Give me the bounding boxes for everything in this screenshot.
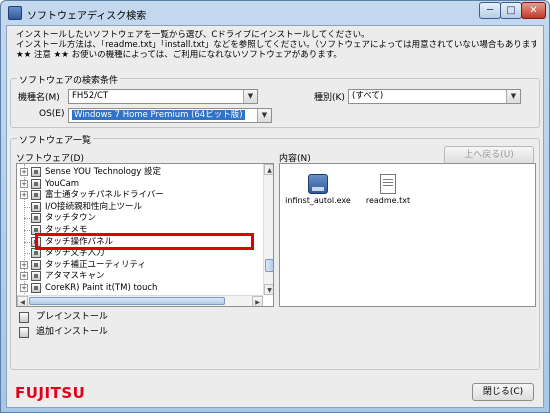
title-bar[interactable]: ソフトウェアディスク検索 ─ □ ✕ bbox=[1, 1, 549, 25]
expand-plus-icon[interactable]: + bbox=[20, 168, 28, 176]
contents-pane[interactable]: infinst_autol.exe readme.txt bbox=[279, 163, 536, 307]
software-list-label: ソフトウェア一覧 bbox=[17, 133, 94, 146]
instructions: インストールしたいソフトウェアを一覧から選び、Cドライブにインストールしてくださ… bbox=[16, 30, 536, 60]
tree-connector bbox=[24, 241, 30, 243]
software-package-icon bbox=[31, 213, 41, 224]
instruction-line-3: ★★ 注意 ★★ お使いの機種によっては、ご利用になれないソフトウェアがあります… bbox=[16, 50, 342, 60]
os-select[interactable]: Windows 7 Home Premium (64ビット版) ▼ bbox=[68, 108, 272, 123]
software-package-icon bbox=[31, 283, 41, 293]
type-label: 種別(K) bbox=[314, 93, 345, 103]
tree-item[interactable]: + 富士通タッチパネルドライバー bbox=[17, 189, 263, 201]
model-label: 機種名(M) bbox=[18, 93, 60, 103]
tree-item-label: タッチ補正ユーティリティ bbox=[45, 259, 146, 270]
tree-item[interactable]: タッチタウン bbox=[17, 212, 263, 224]
expand-plus-icon[interactable]: + bbox=[20, 179, 28, 188]
chevron-down-icon[interactable]: ▼ bbox=[506, 90, 520, 103]
tree-item[interactable]: + YouCam bbox=[17, 178, 263, 190]
scroll-up-icon[interactable]: ▲ bbox=[264, 164, 273, 175]
expand-plus-icon[interactable]: + bbox=[20, 284, 28, 292]
chevron-down-icon[interactable]: ▼ bbox=[257, 109, 271, 122]
model-select[interactable]: FH52/CT ▼ bbox=[68, 89, 258, 104]
type-value: (すべて) bbox=[352, 91, 384, 101]
file-item[interactable]: infinst_autol.exe bbox=[283, 174, 353, 205]
preinstall-label: プレインストール bbox=[36, 312, 108, 322]
tree-item-label: YouCam bbox=[45, 178, 80, 189]
add-install-icon bbox=[19, 327, 29, 338]
tree-item-label: アタマスキャン bbox=[45, 271, 105, 282]
tree-item[interactable]: I/O接続親和性向上ツール bbox=[17, 201, 263, 213]
tree-item-label: 富士通タッチパネルドライバー bbox=[45, 190, 164, 201]
instruction-line-2: インストール方法は、「readme.txt」「install.txt」などを参照… bbox=[16, 40, 536, 50]
text-file-icon bbox=[380, 174, 396, 194]
scroll-right-icon[interactable]: ▶ bbox=[252, 296, 263, 306]
file-name: readme.txt bbox=[365, 196, 411, 205]
maximize-button[interactable]: □ bbox=[500, 2, 522, 19]
software-package-icon bbox=[31, 271, 41, 282]
expand-plus-icon[interactable]: + bbox=[20, 272, 28, 281]
tree-horizontal-scrollbar[interactable]: ◀ ▶ bbox=[17, 295, 263, 306]
tree-item-label: タッチタウン bbox=[45, 213, 97, 224]
software-package-icon bbox=[31, 201, 41, 212]
tree-connector bbox=[24, 230, 30, 231]
close-button[interactable]: 閉じる(C) bbox=[472, 383, 534, 401]
software-package-icon bbox=[31, 167, 41, 177]
highlight-annotation-box bbox=[35, 233, 254, 250]
tree-item[interactable]: + タッチ補正ユーティリティ bbox=[17, 259, 263, 271]
tree-item[interactable]: + CoreKR) Paint it(TM) touch bbox=[17, 282, 263, 294]
expand-plus-icon[interactable]: + bbox=[20, 260, 28, 269]
preinstall-icon bbox=[19, 312, 29, 323]
close-window-button[interactable]: ✕ bbox=[521, 2, 546, 19]
scroll-thumb[interactable] bbox=[29, 297, 225, 305]
exe-installer-icon bbox=[308, 174, 328, 194]
software-disc-search-window: ソフトウェアディスク検索 ─ □ ✕ インストールしたいソフトウェアを一覧から選… bbox=[0, 0, 550, 413]
scroll-thumb[interactable] bbox=[265, 259, 273, 272]
tree-connector bbox=[24, 206, 30, 208]
chevron-down-icon[interactable]: ▼ bbox=[243, 90, 257, 103]
os-value: Windows 7 Home Premium (64ビット版) bbox=[72, 110, 245, 120]
tree-connector bbox=[24, 253, 30, 255]
tree-item[interactable]: + Sense YOU Technology 設定 bbox=[17, 166, 263, 178]
type-select[interactable]: (すべて) ▼ bbox=[348, 89, 521, 104]
scroll-left-icon[interactable]: ◀ bbox=[17, 296, 28, 306]
expand-plus-icon[interactable]: + bbox=[20, 191, 28, 200]
search-conditions-group: ソフトウェアの検索条件 機種名(M) FH52/CT ▼ 種別(K) (すべて)… bbox=[10, 73, 540, 128]
software-package-icon bbox=[31, 190, 41, 201]
add-install-label: 追加インストール bbox=[36, 327, 108, 337]
file-item[interactable]: readme.txt bbox=[353, 174, 423, 205]
minimize-button[interactable]: ─ bbox=[479, 2, 501, 19]
window-title: ソフトウェアディスク検索 bbox=[27, 11, 147, 22]
tree-item-label: CoreKR) Paint it(TM) touch bbox=[45, 283, 158, 293]
fujitsu-logo: FUJITSU bbox=[15, 384, 86, 402]
tree-vertical-scrollbar[interactable]: ▲ ▼ bbox=[263, 164, 273, 295]
scroll-down-icon[interactable]: ▼ bbox=[264, 284, 273, 295]
file-name: infinst_autol.exe bbox=[285, 196, 351, 205]
tree-item-label: Sense YOU Technology 設定 bbox=[45, 167, 162, 177]
tree-item-label: I/O接続親和性向上ツール bbox=[45, 201, 143, 212]
os-label: OS(E) bbox=[39, 109, 65, 119]
instruction-line-1: インストールしたいソフトウェアを一覧から選び、Cドライブにインストールしてくださ… bbox=[16, 30, 370, 40]
tree-item[interactable]: + アタマスキャン bbox=[17, 270, 263, 282]
software-package-icon bbox=[31, 178, 41, 189]
search-conditions-label: ソフトウェアの検索条件 bbox=[17, 73, 121, 86]
software-package-icon bbox=[31, 259, 41, 270]
dialog-client-area: インストールしたいソフトウェアを一覧から選び、Cドライブにインストールしてくださ… bbox=[6, 25, 544, 408]
app-icon bbox=[8, 6, 22, 20]
tree-connector bbox=[24, 218, 30, 220]
model-value: FH52/CT bbox=[72, 91, 109, 101]
up-button[interactable]: 上へ戻る(U) bbox=[444, 146, 534, 164]
